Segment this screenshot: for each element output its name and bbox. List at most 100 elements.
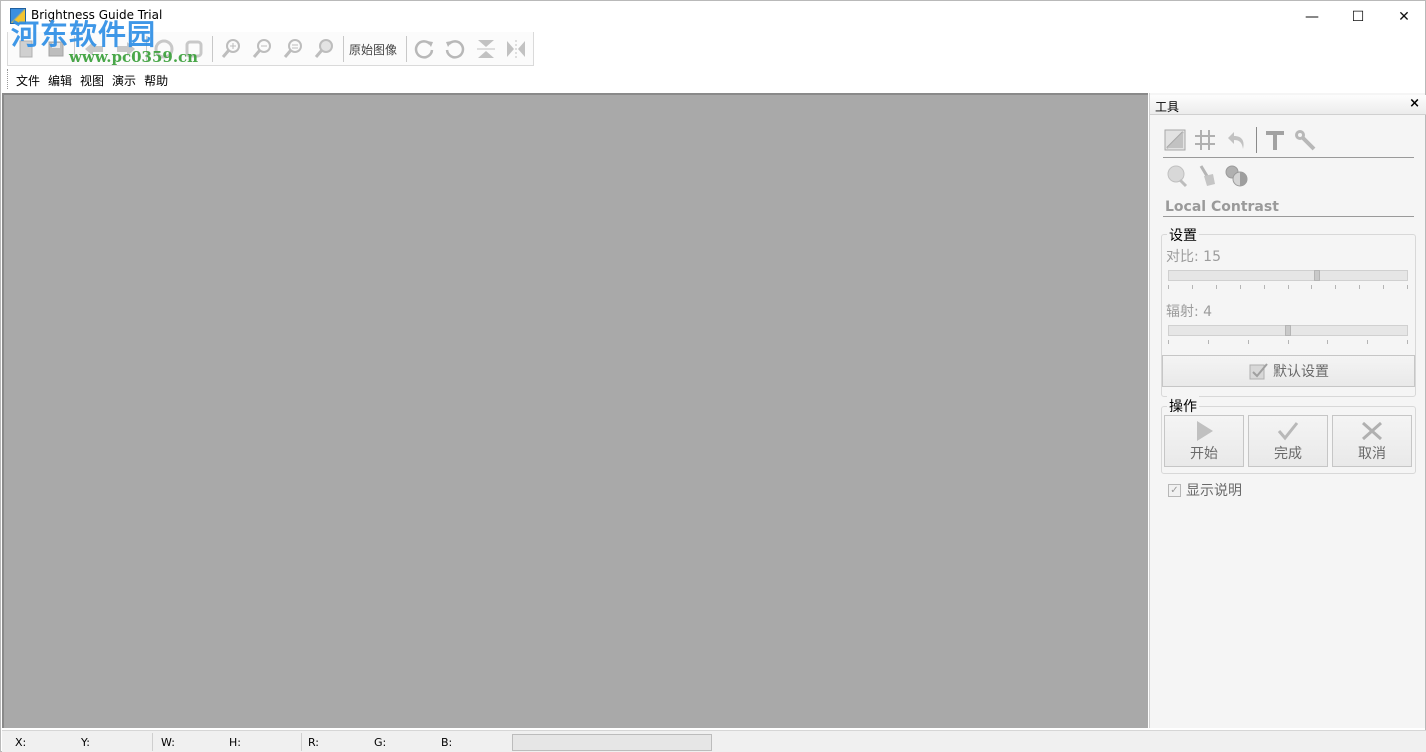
slider-tick bbox=[1168, 285, 1169, 289]
text-tool-icon bbox=[1266, 131, 1284, 150]
contrast-slider-thumb[interactable] bbox=[1314, 270, 1321, 281]
flip-horizontal-button[interactable] bbox=[502, 35, 530, 63]
slider-tick bbox=[1168, 340, 1169, 344]
slider-tick bbox=[1407, 285, 1408, 289]
close-button[interactable]: ✕ bbox=[1381, 1, 1426, 32]
radius-slider-ticks bbox=[1168, 340, 1408, 344]
tools-panel-close-button[interactable]: × bbox=[1409, 96, 1420, 111]
slider-tick bbox=[1240, 285, 1241, 289]
flip-vertical-icon bbox=[477, 40, 495, 58]
rotate-right-icon bbox=[414, 40, 434, 59]
start-button[interactable]: 开始 bbox=[1164, 415, 1244, 467]
status-b: B: bbox=[441, 736, 453, 749]
flip-horizontal-icon bbox=[507, 40, 525, 58]
radius-slider-thumb[interactable] bbox=[1285, 325, 1291, 336]
cancel-label: 取消 bbox=[1358, 446, 1386, 462]
contrast-slider-ticks bbox=[1168, 285, 1408, 289]
status-divider bbox=[152, 733, 153, 751]
show-help-label: 显示说明 bbox=[1186, 483, 1242, 499]
image-canvas[interactable] bbox=[2, 93, 1148, 728]
tools-separator bbox=[1256, 127, 1257, 153]
undo-tool-button[interactable] bbox=[1224, 127, 1250, 153]
tools-divider bbox=[1163, 157, 1414, 158]
flip-vertical-button[interactable] bbox=[472, 35, 500, 63]
tools-panel-header: 工具 × bbox=[1150, 95, 1426, 115]
zoom-out-button[interactable] bbox=[248, 35, 276, 63]
grid-tool-button[interactable] bbox=[1192, 127, 1218, 153]
watermark-url: www.pc0359.cn bbox=[69, 48, 199, 66]
slider-tick bbox=[1288, 340, 1289, 344]
menu-file[interactable]: 文件 bbox=[14, 69, 44, 89]
cancel-button[interactable]: 取消 bbox=[1332, 415, 1412, 467]
slider-tick bbox=[1248, 340, 1249, 344]
wrench-icon bbox=[1295, 130, 1316, 151]
toolbar-separator bbox=[343, 36, 344, 62]
text-tool-button[interactable] bbox=[1262, 127, 1288, 153]
slider-tick bbox=[1208, 340, 1209, 344]
zoom-actual-icon bbox=[314, 39, 333, 58]
title-bar: Brightness Guide Trial — ☐ ✕ bbox=[1, 1, 1425, 32]
status-r: R: bbox=[308, 736, 320, 749]
curve-tool-icon bbox=[1164, 129, 1186, 151]
curve-tool-button[interactable] bbox=[1162, 127, 1188, 153]
grid-icon bbox=[1195, 130, 1215, 150]
brush-icon bbox=[1199, 165, 1215, 186]
watermark-logo-text: 河东软件园 bbox=[11, 18, 157, 51]
slider-tick bbox=[1383, 285, 1384, 289]
local-contrast-icon bbox=[1225, 165, 1248, 187]
contrast-tool-button[interactable] bbox=[1224, 163, 1250, 189]
status-x: X: bbox=[15, 736, 27, 749]
zoom-fit-button[interactable] bbox=[279, 35, 307, 63]
status-divider bbox=[301, 733, 302, 751]
slider-tick bbox=[1327, 340, 1328, 344]
status-w: W: bbox=[161, 736, 175, 749]
slider-tick bbox=[1359, 285, 1360, 289]
zoom-in-icon bbox=[221, 39, 240, 58]
toolbar-separator bbox=[212, 36, 213, 62]
minimize-button[interactable]: — bbox=[1289, 1, 1335, 32]
menu-bar: 文件 编辑 视图 演示 帮助 bbox=[7, 69, 174, 89]
zoom-actual-button[interactable] bbox=[310, 35, 338, 63]
default-settings-button[interactable]: 默认设置 bbox=[1162, 355, 1415, 387]
status-h: H: bbox=[229, 736, 241, 749]
slider-tick bbox=[1264, 285, 1265, 289]
menu-view[interactable]: 视图 bbox=[78, 69, 108, 89]
slider-tick bbox=[1335, 285, 1336, 289]
slider-tick bbox=[1407, 340, 1408, 344]
done-button[interactable]: 完成 bbox=[1248, 415, 1328, 467]
tools-panel-title: 工具 bbox=[1155, 100, 1180, 114]
status-g: G: bbox=[374, 736, 387, 749]
rotate-left-button[interactable] bbox=[441, 35, 469, 63]
actions-legend: 操作 bbox=[1167, 396, 1199, 416]
rotate-left-icon bbox=[445, 40, 465, 59]
reset-settings-icon bbox=[1249, 363, 1268, 380]
zoom-in-button[interactable] bbox=[217, 35, 245, 63]
contrast-slider-track[interactable] bbox=[1168, 270, 1408, 281]
tools-panel: 工具 × Local Contrast 设置 对比: 15 辐射: 4 默认设置… bbox=[1149, 93, 1426, 728]
slider-tick bbox=[1216, 285, 1217, 289]
original-image-button[interactable]: 原始图像 bbox=[349, 41, 397, 58]
status-y: Y: bbox=[81, 736, 90, 749]
rotate-right-button[interactable] bbox=[410, 35, 438, 63]
show-help-checkbox[interactable]: ✓ 显示说明 bbox=[1168, 480, 1242, 500]
undo-arrow-icon bbox=[1228, 132, 1244, 149]
menu-demo[interactable]: 演示 bbox=[110, 69, 140, 89]
brightness-tool-button[interactable] bbox=[1164, 163, 1190, 189]
done-label: 完成 bbox=[1274, 446, 1302, 462]
zoom-fit-icon bbox=[283, 39, 302, 58]
play-icon bbox=[1197, 421, 1213, 441]
cancel-x-icon bbox=[1362, 421, 1382, 441]
start-label: 开始 bbox=[1190, 446, 1218, 462]
radius-label: 辐射: 4 bbox=[1166, 304, 1213, 320]
menu-edit[interactable]: 编辑 bbox=[46, 69, 76, 89]
toolbar-separator bbox=[406, 36, 407, 62]
brush-tool-button[interactable] bbox=[1194, 163, 1220, 189]
progress-bar bbox=[512, 734, 712, 751]
lightbulb-icon bbox=[1167, 165, 1188, 188]
menu-help[interactable]: 帮助 bbox=[142, 69, 172, 89]
settings-legend: 设置 bbox=[1167, 225, 1199, 245]
settings-tool-button[interactable] bbox=[1292, 127, 1318, 153]
maximize-button[interactable]: ☐ bbox=[1335, 1, 1381, 32]
app-window: Brightness Guide Trial — ☐ ✕ 原始图像 河东软件园 … bbox=[0, 0, 1426, 752]
status-bar: X: Y: W: H: R: G: B: bbox=[2, 730, 1426, 752]
